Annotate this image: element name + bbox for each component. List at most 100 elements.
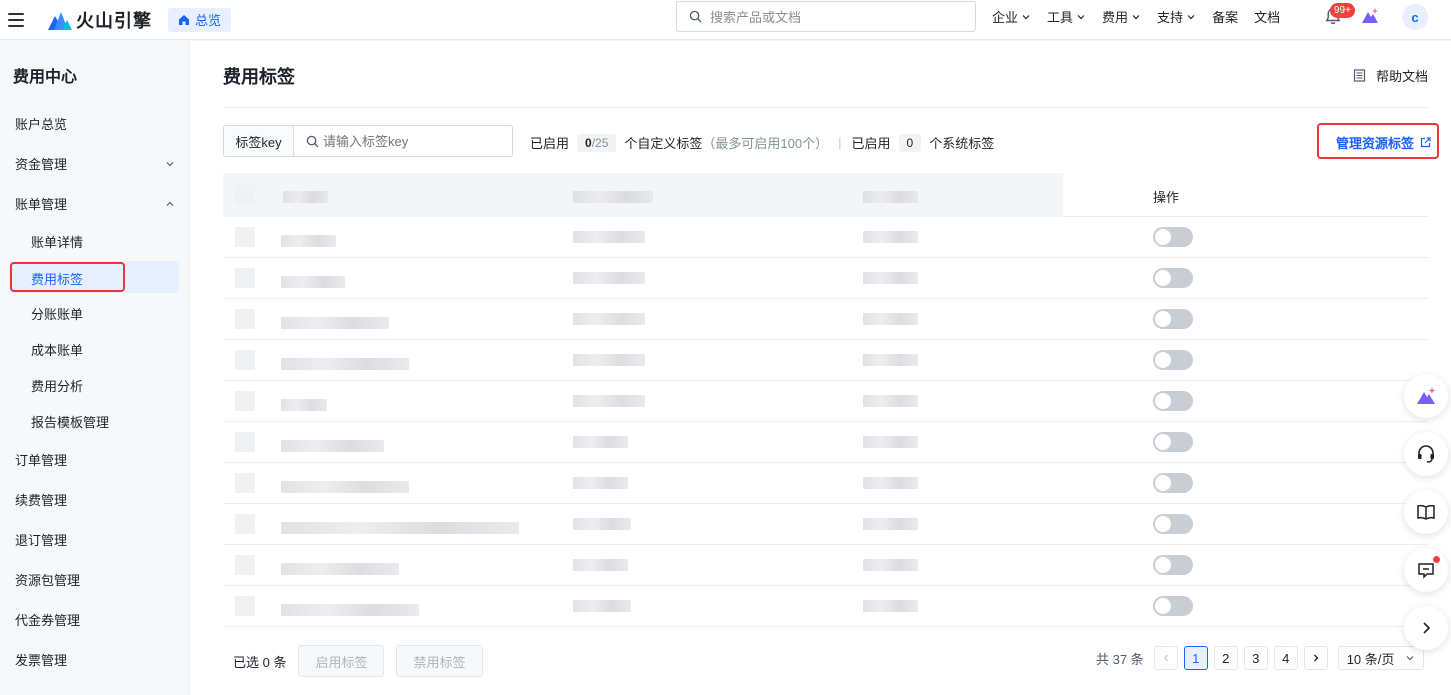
blurred-cell: [281, 604, 419, 616]
custom-suffix: 个自定义标签: [624, 136, 703, 151]
row-checkbox[interactable]: [235, 391, 255, 411]
blurred-cell: [573, 436, 628, 448]
tag-enable-toggle[interactable]: [1153, 432, 1193, 452]
blurred-cell: [281, 399, 327, 411]
tag-enable-toggle[interactable]: [1153, 596, 1193, 616]
tag-enable-toggle[interactable]: [1153, 555, 1193, 575]
feedback-float-button[interactable]: [1404, 548, 1448, 592]
nav-item-docs[interactable]: 文档: [1254, 7, 1280, 26]
brand-name: 火山引擎: [76, 10, 152, 31]
chevron-down-icon: [1187, 14, 1195, 19]
sidebar-item-label: 退订管理: [15, 533, 68, 548]
help-docs-link[interactable]: 帮助文档: [1353, 66, 1428, 85]
tag-enable-toggle[interactable]: [1153, 268, 1193, 288]
tag-enable-toggle[interactable]: [1153, 350, 1193, 370]
sidebar-subitem-report-templates[interactable]: 报告模板管理: [31, 412, 109, 431]
separator: |: [838, 135, 842, 150]
top-bar: 火山引擎 总览 搜索产品或文档 企业 工具 费用 支持 备案 文档 99+ c: [0, 0, 1451, 40]
page-size-select[interactable]: 10 条/页: [1337, 646, 1424, 670]
customer-service-button[interactable]: [1404, 432, 1448, 476]
tag-enable-toggle[interactable]: [1153, 227, 1193, 247]
prev-page-button[interactable]: [1153, 646, 1178, 670]
notification-badge: 99+: [1330, 3, 1355, 18]
docs-float-button[interactable]: [1404, 490, 1448, 534]
sidebar-item-label: 订单管理: [15, 453, 68, 468]
menu-icon[interactable]: [8, 12, 24, 27]
sidebar-subitem-bill-details[interactable]: 账单详情: [31, 232, 83, 251]
row-checkbox[interactable]: [235, 350, 255, 370]
table-row: [223, 504, 1428, 545]
chevron-down-icon: [1077, 14, 1085, 19]
row-checkbox[interactable]: [235, 309, 255, 329]
row-checkbox[interactable]: [235, 596, 255, 616]
tag-enable-toggle[interactable]: [1153, 514, 1193, 534]
tag-enable-toggle[interactable]: [1153, 473, 1193, 493]
nav-item-billing[interactable]: 费用: [1102, 7, 1141, 26]
manage-link-label: 管理资源标签: [1336, 136, 1415, 151]
row-checkbox[interactable]: [235, 432, 255, 452]
sidebar-item-orders[interactable]: 订单管理: [15, 450, 175, 469]
row-checkbox[interactable]: [235, 514, 255, 534]
disable-tags-button[interactable]: 禁用标签: [396, 645, 483, 677]
blurred-cell: [863, 354, 918, 366]
tag-key-input[interactable]: [319, 127, 512, 155]
sidebar-subitem-cost-tags[interactable]: 费用标签: [31, 269, 83, 288]
page-2-button[interactable]: 2: [1213, 646, 1238, 670]
sidebar-item-invoices[interactable]: 发票管理: [15, 650, 175, 669]
tag-key-label: 标签key: [224, 126, 294, 156]
page-1-button[interactable]: 1: [1183, 646, 1208, 670]
nav-item-support[interactable]: 支持: [1157, 7, 1196, 26]
tag-enable-toggle[interactable]: [1153, 309, 1193, 329]
sidebar-item-renewals[interactable]: 续费管理: [15, 490, 175, 509]
user-avatar[interactable]: c: [1402, 4, 1428, 30]
sidebar-item-funds[interactable]: 资金管理: [15, 154, 175, 173]
ai-assistant-icon[interactable]: [1361, 7, 1379, 25]
nav-item-enterprise[interactable]: 企业: [992, 7, 1031, 26]
select-all-checkbox[interactable]: [235, 185, 255, 205]
global-search-input[interactable]: 搜索产品或文档: [676, 1, 976, 32]
home-overview-chip[interactable]: 总览: [168, 7, 232, 32]
row-checkbox[interactable]: [235, 555, 255, 575]
sidebar-subitem-cost-analysis[interactable]: 费用分析: [31, 376, 83, 395]
search-icon: [689, 10, 702, 23]
tag-enable-toggle[interactable]: [1153, 391, 1193, 411]
nav-label: 费用: [1102, 10, 1129, 25]
sidebar-subitem-split-bills[interactable]: 分账账单: [31, 304, 83, 323]
sidebar-item-unsubscribe[interactable]: 退订管理: [15, 530, 175, 549]
enable-tags-button[interactable]: 启用标签: [298, 645, 385, 677]
page-3-button[interactable]: 3: [1243, 646, 1268, 670]
blurred-cell: [573, 600, 631, 612]
volcano-logo-icon: [48, 11, 72, 30]
next-page-button[interactable]: [1303, 646, 1328, 670]
chevron-left-icon: [1163, 654, 1168, 662]
sidebar-item-vouchers[interactable]: 代金券管理: [15, 610, 175, 629]
sidebar-item-resource-packs[interactable]: 资源包管理: [15, 570, 175, 589]
collapse-float-bar-button[interactable]: [1404, 606, 1448, 650]
tag-status-line: 已启用 0/25 个自定义标签 （最多可启用100个） | 已启用 0 个系统标…: [530, 133, 994, 152]
page-4-button[interactable]: 4: [1273, 646, 1298, 670]
sidebar-subitem-cost-bills[interactable]: 成本账单: [31, 340, 83, 359]
ai-assistant-float-button[interactable]: [1404, 374, 1448, 418]
home-chip-label: 总览: [195, 13, 222, 28]
row-checkbox[interactable]: [235, 227, 255, 247]
chevron-down-icon: [1406, 656, 1414, 661]
sidebar-item-account-overview[interactable]: 账户总览: [15, 114, 175, 133]
custom-count-value: 0: [585, 135, 592, 150]
manage-resource-tags-link[interactable]: 管理资源标签: [1336, 133, 1431, 152]
table-row: [223, 381, 1428, 422]
blurred-cell: [573, 272, 645, 284]
custom-count-total: /25: [591, 135, 609, 150]
row-checkbox[interactable]: [235, 473, 255, 493]
row-checkbox[interactable]: [235, 268, 255, 288]
sidebar-item-label: 账单管理: [15, 197, 68, 212]
blurred-cell: [573, 395, 645, 407]
nav-label: 备案: [1212, 10, 1239, 25]
nav-item-filing[interactable]: 备案: [1212, 7, 1238, 26]
blurred-cell: [573, 518, 631, 530]
brand-logo[interactable]: 火山引擎: [48, 7, 152, 33]
sidebar-item-label: 代金券管理: [15, 613, 81, 628]
document-icon: [1353, 69, 1366, 82]
sidebar-item-bills[interactable]: 账单管理: [15, 194, 175, 213]
blurred-header-text: [283, 191, 328, 203]
nav-item-tools[interactable]: 工具: [1047, 7, 1086, 26]
